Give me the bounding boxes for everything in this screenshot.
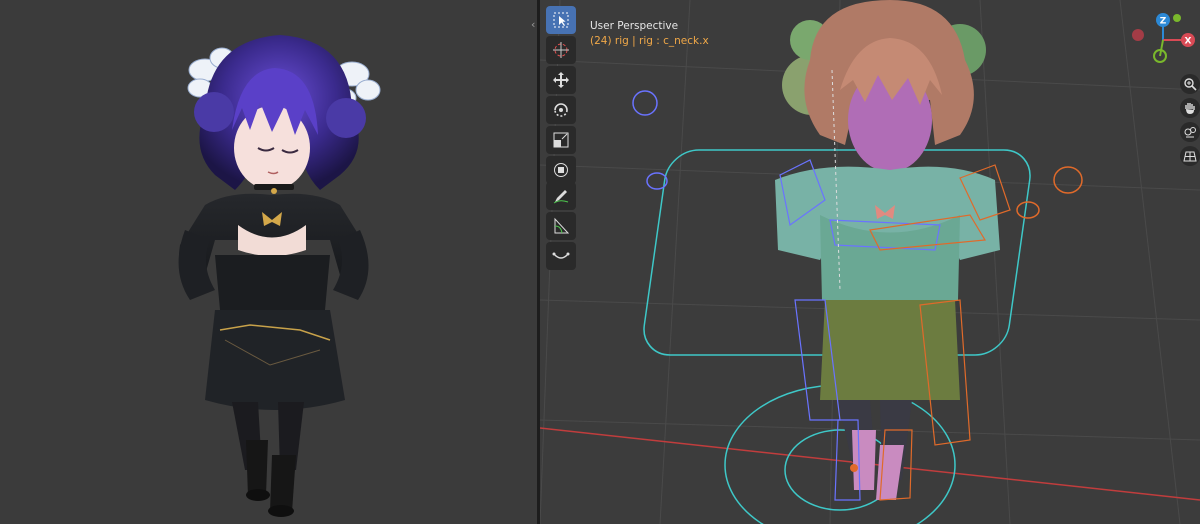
annotate-tool[interactable] <box>546 182 576 210</box>
pan-button[interactable] <box>1180 98 1200 118</box>
render-preview-viewport: ‹ <box>0 0 537 524</box>
select-cursor-icon <box>553 12 569 28</box>
transform-icon <box>554 163 568 177</box>
zoom-icon <box>1184 78 1197 91</box>
scene-canvas[interactable] <box>540 0 1200 524</box>
scale-icon <box>553 132 569 148</box>
collapse-arrow-icon[interactable]: ‹ <box>531 18 535 31</box>
ruler-icon <box>554 217 570 234</box>
navigation-gizmo[interactable]: Z X <box>1130 10 1196 68</box>
curve-tool[interactable] <box>546 242 576 270</box>
character-mesh <box>775 0 1000 500</box>
camera-view-button[interactable] <box>1180 122 1200 142</box>
pan-hand-icon <box>1185 103 1195 114</box>
gizmo-y-axis[interactable] <box>1173 14 1181 22</box>
rotate-icon <box>554 103 568 117</box>
view-name: User Perspective <box>590 20 679 32</box>
perspective-toggle-button[interactable] <box>1180 146 1200 166</box>
gizmo-x-label: X <box>1185 37 1192 47</box>
crosshair-cursor-icon <box>553 42 569 58</box>
gizmo-neg-x-axis[interactable] <box>1132 29 1144 41</box>
select-box-tool[interactable] <box>546 6 576 34</box>
curve-icon <box>552 252 570 259</box>
grid-toggle-icon <box>1183 151 1197 162</box>
rendered-character <box>178 35 381 517</box>
rotate-tool[interactable] <box>546 96 576 124</box>
tool-separator <box>546 180 576 181</box>
zoom-button[interactable] <box>1180 74 1200 94</box>
viewport-info: User Perspective (24) rig | rig : c_neck… <box>590 19 709 49</box>
move-tool[interactable] <box>546 66 576 94</box>
3d-editor-viewport[interactable]: User Perspective (24) rig | rig : c_neck… <box>540 0 1200 524</box>
pencil-icon <box>553 190 569 204</box>
gizmo-z-label: Z <box>1160 17 1167 27</box>
active-object-label: (24) rig | rig : c_neck.x <box>590 35 709 47</box>
measure-tool[interactable] <box>546 212 576 240</box>
scale-tool[interactable] <box>546 126 576 154</box>
cursor-tool[interactable] <box>546 36 576 64</box>
move-arrows-icon <box>553 72 569 88</box>
camera-view-icon <box>1184 127 1196 138</box>
